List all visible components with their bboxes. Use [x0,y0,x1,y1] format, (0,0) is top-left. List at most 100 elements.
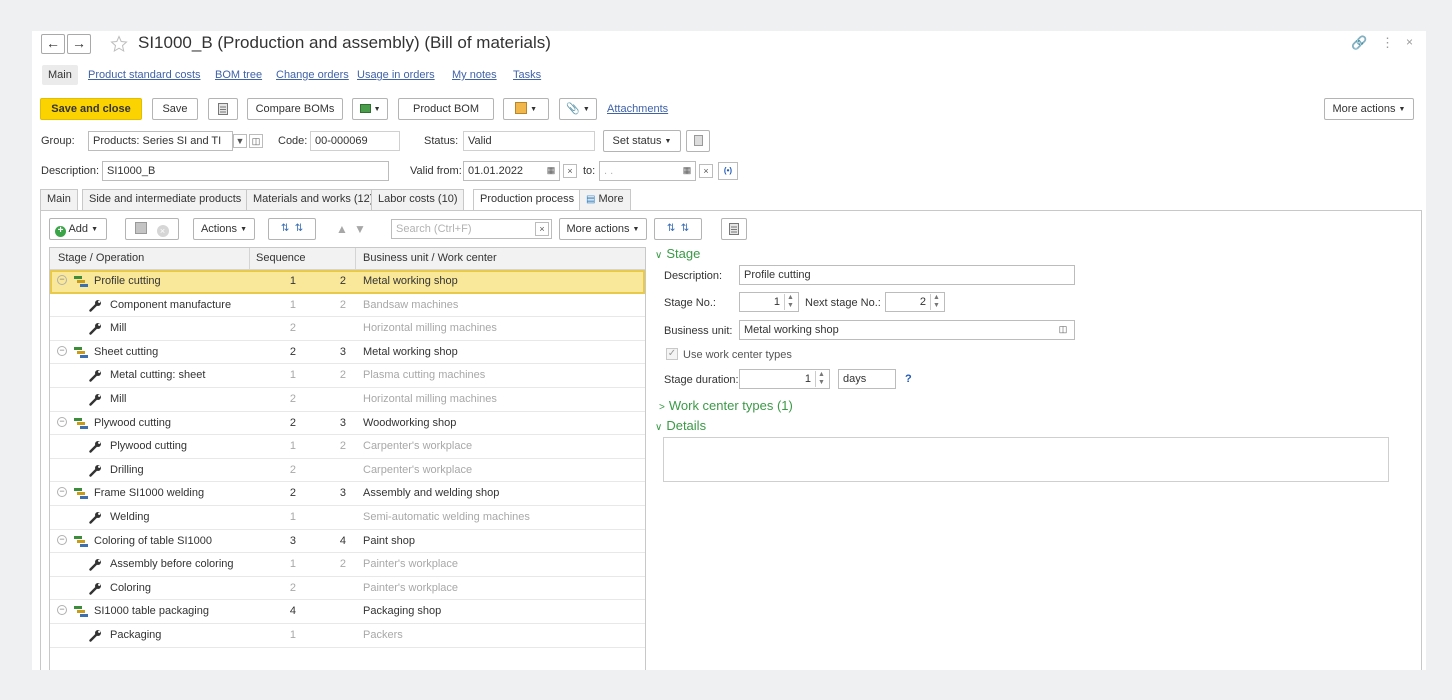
clear-date-icon[interactable]: × [563,164,577,178]
stage-duration-label: Stage duration: [664,374,739,386]
chevron-down-icon: ∨ [655,250,663,261]
operation-row[interactable]: Drilling 2 Carpenter's workplace [50,459,645,483]
compare-boms-button[interactable]: Compare BOMs [247,98,343,120]
period-icon[interactable]: (•) [718,162,738,180]
group-field[interactable]: Products: Series SI and TI [88,131,233,151]
forward-button[interactable]: → [67,34,91,54]
copy-delete-buttons[interactable]: × [125,218,179,240]
collapse-icon[interactable]: − [57,605,67,616]
menu-icon[interactable]: ⋮ [1381,35,1394,51]
collapse-icon[interactable]: − [57,275,67,285]
tab-change-orders[interactable]: Change orders [276,69,349,81]
operation-row[interactable]: Assembly before coloring 1 2 Painter's work… [50,553,645,577]
operation-row[interactable]: Metal cutting: sheet 1 2 Plasma cutting mac… [50,364,645,388]
move-down-icon[interactable]: ▼ [354,222,366,236]
tab-more[interactable]: ▤ More [579,189,631,210]
operation-row[interactable]: Packaging 1 Packers [50,624,645,648]
bom-window: ← → SI1000_B (Production and assembly) (… [32,31,1426,670]
tab-main-object[interactable]: Main [40,189,78,210]
use-wc-types-checkbox[interactable]: ✓ [666,348,678,360]
description-field[interactable]: SI1000_B [102,161,389,181]
close-icon[interactable]: × [1406,35,1413,49]
clear-date-icon[interactable]: × [699,164,713,178]
list-more-actions-button[interactable]: More actions ▼ [559,218,647,240]
stage-row[interactable]: − Profile cutting 1 2 Metal working shop [50,270,645,294]
stage-row[interactable]: − SI1000 table packaging 4 Packaging shop [50,600,645,624]
open-business-unit-icon[interactable]: ◫ [1056,323,1070,337]
chevron-down-icon[interactable]: ▼ [233,134,247,148]
add-button[interactable]: + Add ▼ [49,218,107,240]
work-center-types-header[interactable]: > Work center types (1) [659,398,793,413]
stage-report-button[interactable] [721,218,747,240]
tab-product-standard-costs[interactable]: Product standard costs [88,69,201,81]
back-button[interactable]: ← [41,34,65,54]
operation-row[interactable]: Mill 2 Horizontal milling machines [50,388,645,412]
collapse-icon[interactable]: − [57,416,67,427]
attachments-link[interactable]: Attachments [607,103,668,115]
product-bom-button[interactable]: Product BOM [398,98,494,120]
operation-row[interactable]: Plywood cutting 1 2 Carpenter's workplace [50,435,645,459]
business-unit-cell: Assembly and welding shop [363,487,500,500]
stage-sort-buttons[interactable]: ⇅ ⇅ [654,218,702,240]
stage-description-field[interactable]: Profile cutting [739,265,1075,285]
sort-buttons[interactable]: ⇅ ⇅ [268,218,316,240]
business-unit-field[interactable]: Metal working shop [739,320,1075,340]
column-stage-operation[interactable]: Stage / Operation [58,252,144,264]
help-icon[interactable]: ? [905,373,912,385]
duration-unit-field[interactable]: days [838,369,896,389]
tab-bom-tree[interactable]: BOM tree [215,69,262,81]
print-icon [515,102,527,114]
create-based-on-button[interactable]: ▼ [352,98,388,120]
tab-materials-works[interactable]: Materials and works (12) [246,189,381,210]
open-group-icon[interactable]: ◫ [249,134,263,148]
stage-row[interactable]: − Plywood cutting 2 3 Woodworking shop [50,412,645,436]
calendar-icon[interactable]: ▦ [680,164,694,178]
operation-row[interactable]: Welding 1 Semi-automatic welding machines [50,506,645,530]
actions-button[interactable]: Actions ▼ [193,218,255,240]
group-label: Group: [41,135,75,147]
sequence-number: 1 [289,558,296,571]
save-and-close-button[interactable]: Save and close [40,98,142,120]
tab-main[interactable]: Main [42,65,78,85]
details-textarea[interactable] [663,437,1389,482]
set-status-button[interactable]: Set status ▼ [603,130,681,152]
tab-side-products[interactable]: Side and intermediate products [82,189,249,210]
next-sequence-number: 2 [339,275,346,287]
move-up-icon[interactable]: ▲ [336,222,348,236]
collapse-icon[interactable]: − [57,345,67,356]
tab-tasks[interactable]: Tasks [513,69,541,81]
operation-row[interactable]: Coloring 2 Painter's workplace [50,577,645,601]
status-history-button[interactable] [686,130,710,152]
tab-labor-costs[interactable]: Labor costs (10) [371,189,465,210]
operation-row[interactable]: Component manufacture 1 2 Bandsaw machines [50,294,645,318]
next-stage-stepper[interactable]: ▲ ▼ [930,294,942,310]
operation-row[interactable]: Mill 2 Horizontal milling machines [50,317,645,341]
tab-my-notes[interactable]: My notes [452,69,497,81]
column-business-unit[interactable]: Business unit / Work center [363,252,497,264]
tab-production-process[interactable]: Production process [473,189,582,211]
details-header[interactable]: ∨ Details [655,418,706,433]
tab-usage-in-orders[interactable]: Usage in orders [357,69,435,81]
stage-row[interactable]: − Frame SI1000 welding 2 3 Assembly and weld… [50,482,645,506]
stage-row[interactable]: − Sheet cutting 2 3 Metal working shop [50,341,645,365]
save-button[interactable]: Save [152,98,198,120]
clear-search-icon[interactable]: × [535,222,549,236]
status-field[interactable]: Valid [463,131,595,151]
collapse-icon[interactable]: − [57,534,67,545]
search-input[interactable]: Search (Ctrl+F) [391,219,552,239]
stage-section-header[interactable]: ∨ Stage [655,246,700,261]
report-button[interactable] [208,98,238,120]
sequence-number: 2 [289,416,296,429]
column-sequence[interactable]: Sequence [256,252,306,264]
attach-button[interactable]: 📎 ▼ [559,98,597,120]
duration-stepper[interactable]: ▲ ▼ [815,371,827,387]
code-field[interactable]: 00-000069 [310,131,400,151]
stage-no-stepper[interactable]: ▲ ▼ [784,294,796,310]
print-button[interactable]: ▼ [503,98,549,120]
stage-row[interactable]: − Coloring of table SI1000 3 4 Paint shop [50,530,645,554]
calendar-icon[interactable]: ▦ [544,164,558,178]
collapse-icon[interactable]: − [57,487,67,498]
link-icon[interactable]: 🔗 [1351,35,1367,51]
favorite-star-icon[interactable] [110,35,128,53]
more-actions-button[interactable]: More actions ▼ [1324,98,1414,120]
